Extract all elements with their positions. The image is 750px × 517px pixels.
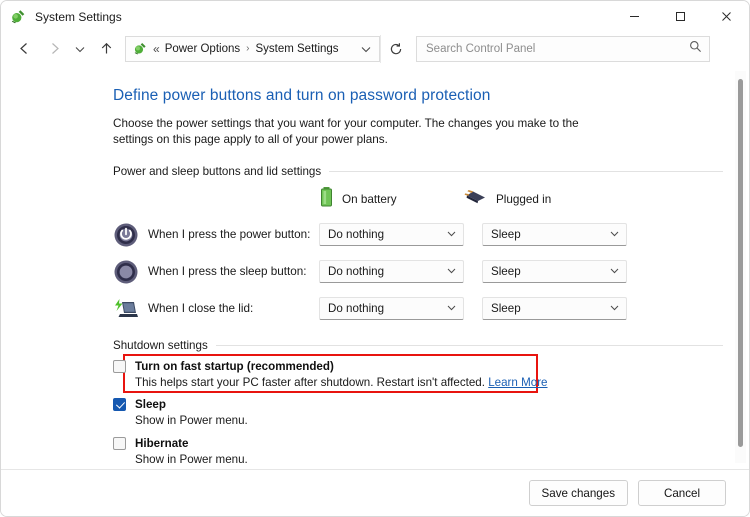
title-bar: System Settings	[1, 1, 749, 32]
sleep-button-plugged-in-value: Sleep	[491, 265, 521, 278]
page-title: Define power buttons and turn on passwor…	[113, 87, 491, 104]
option-hibernate[interactable]: Hibernate Show in Power menu.	[113, 436, 723, 468]
setting-row-sleep-button-label: When I press the sleep button:	[148, 265, 307, 278]
power-section-label: Power and sleep buttons and lid settings	[113, 165, 322, 178]
dialog-footer: Save changes Cancel	[1, 469, 749, 516]
power-button-plugged-in-value: Sleep	[491, 228, 521, 241]
forward-arrow-icon[interactable]	[39, 35, 69, 63]
settings-content: Define power buttons and turn on passwor…	[1, 65, 749, 469]
setting-row-close-lid: When I close the lid: Do nothing Sleep	[113, 290, 723, 327]
search-icon[interactable]	[689, 40, 702, 58]
shutdown-section-header: Shutdown settings	[113, 339, 723, 352]
back-arrow-icon[interactable]	[9, 35, 39, 63]
chevron-down-icon	[609, 300, 620, 318]
breadcrumb-item-power-options[interactable]: Power Options	[165, 43, 240, 55]
fast-startup-description: This helps start your PC faster after sh…	[135, 375, 723, 391]
close-lid-plugged-in-value: Sleep	[491, 302, 521, 315]
column-headers: On battery Plugged in	[113, 184, 723, 214]
sleep-button-on-battery-value: Do nothing	[328, 265, 385, 278]
scrollbar-thumb[interactable]	[738, 79, 743, 447]
breadcrumb-item-system-settings[interactable]: System Settings	[255, 43, 338, 55]
power-plug-icon	[10, 8, 27, 25]
close-lid-plugged-in-select[interactable]: Sleep	[482, 297, 627, 320]
fast-startup-title: Turn on fast startup (recommended)	[135, 360, 334, 373]
window-controls	[611, 1, 749, 32]
option-sleep[interactable]: Sleep Show in Power menu.	[113, 397, 723, 429]
setting-row-power-button-label: When I press the power button:	[148, 228, 311, 241]
sleep-button-on-battery-select[interactable]: Do nothing	[319, 260, 464, 283]
column-header-plugged-in: Plugged in	[464, 188, 609, 211]
breadcrumb-prefix: «	[153, 41, 160, 56]
breadcrumb-separator: ›	[246, 43, 250, 54]
power-plug-icon	[133, 41, 148, 56]
sleep-description: Show in Power menu.	[135, 414, 248, 427]
cancel-button[interactable]: Cancel	[638, 480, 726, 506]
power-button-on-battery-select[interactable]: Do nothing	[319, 223, 464, 246]
option-fast-startup[interactable]: Turn on fast startup (recommended) This …	[113, 359, 723, 391]
refresh-icon[interactable]	[380, 34, 410, 63]
column-header-on-battery: On battery	[319, 186, 464, 213]
content-scroll-area: Define power buttons and turn on passwor…	[1, 65, 749, 469]
recent-locations-chevron-down-icon[interactable]	[69, 35, 91, 63]
fast-startup-description-text: This helps start your PC faster after sh…	[135, 376, 485, 389]
search-input[interactable]	[426, 42, 685, 55]
hibernate-description: Show in Power menu.	[135, 453, 248, 466]
navigation-toolbar: « Power Options › System Settings	[1, 32, 749, 65]
window-title: System Settings	[35, 9, 122, 24]
fast-startup-checkbox[interactable]	[113, 360, 126, 373]
section-divider	[215, 345, 723, 346]
save-changes-button[interactable]: Save changes	[528, 480, 628, 506]
chevron-down-icon	[609, 263, 620, 281]
fast-startup-highlight-wrapper: Turn on fast startup (recommended) This …	[113, 354, 723, 393]
power-plug-icon	[464, 188, 488, 211]
chevron-down-icon	[446, 226, 457, 244]
minimize-icon[interactable]	[611, 1, 657, 32]
column-header-plugged-in-label: Plugged in	[496, 192, 552, 206]
maximize-icon[interactable]	[657, 1, 703, 32]
power-button-plugged-in-select[interactable]: Sleep	[482, 223, 627, 246]
sleep-title: Sleep	[135, 398, 166, 411]
shutdown-section-label: Shutdown settings	[113, 339, 208, 352]
chevron-down-icon	[609, 226, 620, 244]
power-button-icon	[113, 222, 139, 248]
page-description: Choose the power settings that you want …	[113, 117, 579, 146]
setting-row-close-lid-label: When I close the lid:	[148, 302, 254, 315]
setting-row-sleep-button: When I press the sleep button: Do nothin…	[113, 253, 723, 290]
sleep-button-icon	[113, 259, 139, 285]
close-lid-on-battery-value: Do nothing	[328, 302, 385, 315]
address-chevron-down-icon[interactable]	[355, 43, 377, 55]
sleep-button-plugged-in-select[interactable]: Sleep	[482, 260, 627, 283]
close-icon[interactable]	[703, 1, 749, 32]
laptop-lid-icon	[113, 296, 139, 322]
chevron-down-icon	[446, 263, 457, 281]
power-section-header: Power and sleep buttons and lid settings	[113, 165, 723, 178]
power-button-on-battery-value: Do nothing	[328, 228, 385, 241]
close-lid-on-battery-select[interactable]: Do nothing	[319, 297, 464, 320]
vertical-scrollbar[interactable]	[735, 71, 746, 463]
chevron-down-icon	[446, 300, 457, 318]
column-header-on-battery-label: On battery	[342, 192, 397, 206]
battery-icon	[319, 186, 334, 213]
sleep-checkbox[interactable]	[113, 398, 126, 411]
shutdown-options-list: Turn on fast startup (recommended) This …	[113, 354, 723, 469]
setting-row-power-button: When I press the power button: Do nothin…	[113, 216, 723, 253]
system-settings-window: System Settings « Power Options › System…	[0, 0, 750, 517]
up-arrow-icon[interactable]	[91, 35, 121, 63]
hibernate-checkbox[interactable]	[113, 437, 126, 450]
section-divider	[329, 171, 723, 172]
address-bar[interactable]: « Power Options › System Settings	[125, 35, 380, 62]
hibernate-title: Hibernate	[135, 437, 189, 450]
learn-more-link[interactable]: Learn More	[488, 376, 547, 389]
search-control-panel-box[interactable]	[416, 35, 710, 62]
